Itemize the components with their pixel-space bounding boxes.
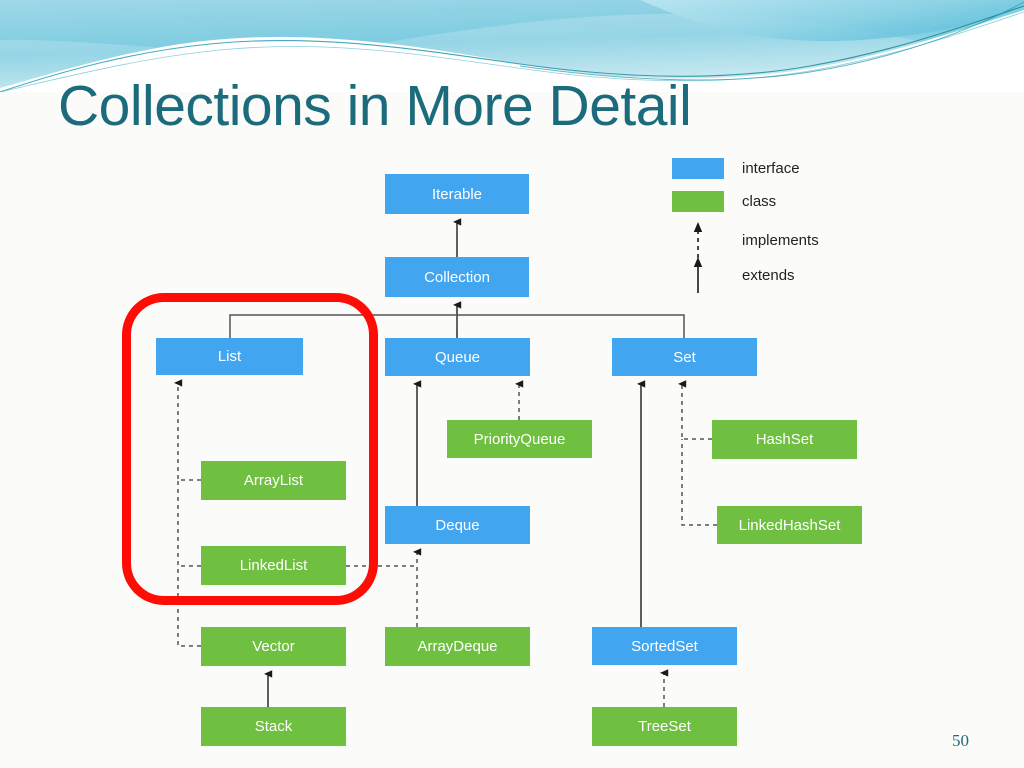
legend-item-implements: implements [672,220,819,260]
node-label: ArrayDeque [417,638,498,655]
node-label: TreeSet [638,718,691,735]
solid-arrow-icon [672,255,724,295]
node-hashset[interactable]: HashSet [712,420,857,459]
node-label: Queue [434,348,481,366]
dashed-arrow-icon [672,220,724,260]
list-family-highlight [122,293,378,605]
node-label: Vector [252,638,295,655]
node-set[interactable]: Set [612,338,757,376]
legend: interface class implements extends [672,158,902,293]
node-label: HashSet [755,431,814,448]
node-label: PriorityQueue [473,430,566,448]
node-treeset[interactable]: TreeSet [592,707,737,746]
legend-label: interface [742,160,800,177]
node-label: Stack [254,718,293,735]
node-label: SortedSet [631,637,698,655]
slide-number: 50 [952,731,969,750]
node-collection[interactable]: Collection [385,257,529,297]
node-label: Collection [424,268,490,286]
node-label: Deque [435,516,480,534]
node-stack[interactable]: Stack [201,707,346,746]
node-queue[interactable]: Queue [385,338,530,376]
legend-label: implements [742,231,819,249]
node-arraydeque[interactable]: ArrayDeque [385,627,530,666]
interface-swatch-icon [672,158,724,179]
node-label: Set [673,348,696,366]
class-swatch-icon [672,191,724,212]
node-label: Iterable [431,185,483,203]
node-label: LinkedHashSet [738,516,841,534]
node-priorityqueue[interactable]: PriorityQueue [447,420,592,458]
node-iterable[interactable]: Iterable [385,174,529,214]
node-linkedhashset[interactable]: LinkedHashSet [717,506,862,544]
node-deque[interactable]: Deque [385,506,530,544]
node-sortedset[interactable]: SortedSet [592,627,737,665]
legend-label: class [742,193,777,210]
legend-item-class: class [672,191,776,212]
legend-item-interface: interface [672,158,800,179]
legend-label: extends [742,266,795,284]
legend-item-extends: extends [672,255,795,295]
node-vector[interactable]: Vector [201,627,346,666]
